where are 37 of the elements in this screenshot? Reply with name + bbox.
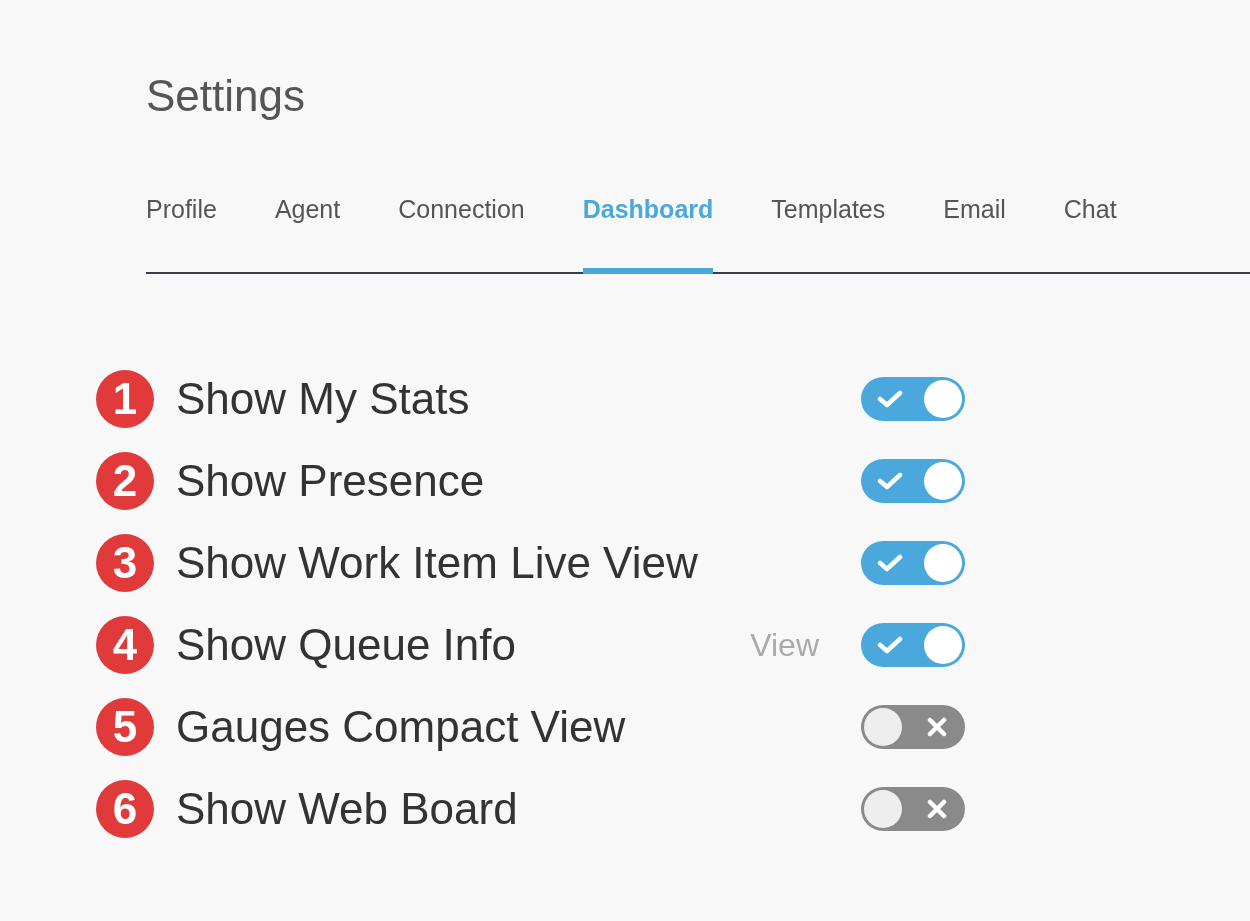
- check-icon: [877, 472, 903, 490]
- close-icon: [927, 717, 947, 737]
- toggle-switch[interactable]: [861, 377, 965, 421]
- tab[interactable]: Connection: [398, 194, 525, 274]
- setting-label: Show Presence: [176, 455, 486, 507]
- toggle-switch[interactable]: [861, 623, 965, 667]
- setting-label: Show Web Board: [176, 783, 519, 835]
- tab[interactable]: Agent: [274, 194, 341, 274]
- setting-label: Gauges Compact View: [176, 701, 627, 753]
- number-badge: 3: [96, 534, 154, 592]
- toggle-switch[interactable]: [861, 459, 965, 503]
- tab[interactable]: Chat: [1063, 194, 1117, 274]
- toggle-switch[interactable]: [861, 705, 965, 749]
- number-badge: 4: [96, 616, 154, 674]
- check-icon: [877, 554, 903, 572]
- setting-label: Show Work Item Live View: [176, 537, 699, 589]
- toggle-switch[interactable]: [861, 787, 965, 831]
- number-badge: 2: [96, 452, 154, 510]
- number-badge: 1: [96, 370, 154, 428]
- toggle-knob: [924, 544, 962, 582]
- toggle-knob: [864, 790, 902, 828]
- setting-label: Show Queue Info: [176, 619, 517, 671]
- check-icon: [877, 390, 903, 408]
- tab[interactable]: Profile: [146, 194, 217, 274]
- toggle-knob: [924, 626, 962, 664]
- toggle-switch[interactable]: [861, 541, 965, 585]
- close-icon: [927, 799, 947, 819]
- page-title: Settings: [146, 70, 306, 122]
- setting-label: Show My Stats: [176, 373, 471, 425]
- toggle-knob: [924, 462, 962, 500]
- number-badge: 6: [96, 780, 154, 838]
- toggle-knob: [924, 380, 962, 418]
- check-icon: [877, 636, 903, 654]
- tab[interactable]: Templates: [771, 194, 886, 274]
- toggle-knob: [864, 708, 902, 746]
- tab[interactable]: Email: [943, 194, 1006, 274]
- number-badge: 5: [96, 698, 154, 756]
